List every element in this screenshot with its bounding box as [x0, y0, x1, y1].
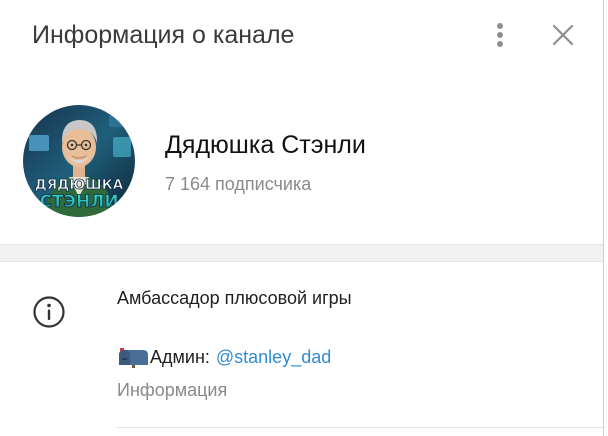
mailbox-icon: [117, 346, 149, 368]
info-caption: Информация: [117, 380, 228, 400]
window-edge: [604, 0, 608, 436]
admin-line: Админ: @stanley_dad: [117, 346, 331, 368]
subscriber-count: 7 164 подписчика: [165, 174, 312, 194]
section-separator: [0, 244, 603, 262]
divider: [117, 427, 603, 428]
channel-info-panel: Информация о канале ДЯДЮШКА СТЭНЛИ Дядюш…: [0, 0, 603, 436]
channel-info-section: Амбассадор плюсовой игры Админ: @stanley…: [0, 262, 603, 436]
admin-label: Админ:: [150, 347, 210, 367]
close-icon: [552, 24, 574, 46]
more-vertical-icon: [497, 23, 503, 47]
channel-description: Амбассадор плюсовой игры: [117, 288, 352, 308]
close-button[interactable]: [545, 17, 581, 53]
channel-avatar[interactable]: ДЯДЮШКА СТЭНЛИ: [23, 105, 135, 217]
panel-title: Информация о канале: [32, 21, 295, 49]
more-options-button[interactable]: [482, 17, 518, 53]
avatar-text-top: ДЯДЮШКА: [35, 177, 124, 193]
panel-header: Информация о канале: [0, 0, 603, 70]
avatar-text-bottom: СТЭНЛИ: [39, 192, 118, 212]
channel-profile: ДЯДЮШКА СТЭНЛИ Дядюшка Стэнли 7 164 подп…: [0, 70, 603, 244]
channel-name: Дядюшка Стэнли: [165, 131, 366, 159]
info-icon: [33, 296, 65, 328]
admin-username-link[interactable]: @stanley_dad: [216, 346, 331, 368]
avatar-image: ДЯДЮШКА СТЭНЛИ: [23, 105, 135, 217]
